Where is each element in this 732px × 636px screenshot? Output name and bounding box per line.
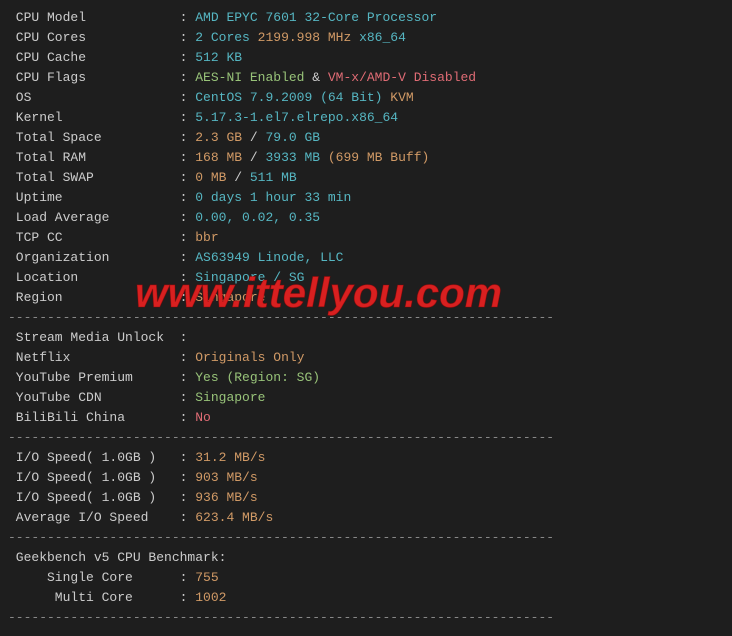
row-value: / <box>226 170 249 185</box>
info-row: CPU Model : AMD EPYC 7601 32-Core Proces… <box>8 8 724 28</box>
info-row: OS : CentOS 7.9.2009 (64 Bit) KVM <box>8 88 724 108</box>
row-label: CPU Flags <box>8 70 180 85</box>
row-value: AES-NI Enabled <box>195 70 304 85</box>
row-value: 3933 MB <box>265 150 320 165</box>
row-value: AS63949 Linode, LLC <box>195 250 343 265</box>
row-label: YouTube CDN <box>8 390 180 405</box>
info-row: Kernel : 5.17.3-1.el7.elrepo.x86_64 <box>8 108 724 128</box>
row-label: Load Average <box>8 210 180 225</box>
row-value: 5.17.3-1.el7.elrepo.x86_64 <box>195 110 398 125</box>
row-value: 511 MB <box>250 170 297 185</box>
row-value: CentOS 7.9.2009 (64 Bit) <box>195 90 382 105</box>
row-label: Location <box>8 270 180 285</box>
info-row: Single Core : 755 <box>8 568 724 588</box>
info-row: Location : Singapore / SG <box>8 268 724 288</box>
row-value: 2199.998 MHz <box>250 30 351 45</box>
row-label: CPU Model <box>8 10 180 25</box>
info-row: Region : Singapore <box>8 288 724 308</box>
info-row: I/O Speed( 1.0GB ) : 936 MB/s <box>8 488 724 508</box>
row-value: 936 MB/s <box>195 490 257 505</box>
row-label: Netflix <box>8 350 180 365</box>
row-label: Kernel <box>8 110 180 125</box>
row-value: No <box>195 410 211 425</box>
row-value: Singapore / SG <box>195 270 304 285</box>
row-value: KVM <box>382 90 413 105</box>
section-header: Stream Media Unlock : <box>8 328 724 348</box>
row-value: VM-x/AMD-V Disabled <box>328 70 476 85</box>
info-row: BiliBili China : No <box>8 408 724 428</box>
row-value: 0 MB <box>195 170 226 185</box>
info-row: Total Space : 2.3 GB / 79.0 GB <box>8 128 724 148</box>
row-value: 2.3 GB <box>195 130 242 145</box>
info-row: I/O Speed( 1.0GB ) : 31.2 MB/s <box>8 448 724 468</box>
row-value: / <box>242 130 265 145</box>
info-row: I/O Speed( 1.0GB ) : 903 MB/s <box>8 468 724 488</box>
row-label: Total SWAP <box>8 170 180 185</box>
divider: ----------------------------------------… <box>8 528 724 548</box>
row-value: 2 Cores <box>195 30 250 45</box>
row-value: 0.00, 0.02, 0.35 <box>195 210 320 225</box>
row-label: Average I/O Speed <box>8 510 180 525</box>
info-row: Uptime : 0 days 1 hour 33 min <box>8 188 724 208</box>
row-value: AMD EPYC 7601 32-Core Processor <box>195 10 437 25</box>
divider: ----------------------------------------… <box>8 428 724 448</box>
row-label: CPU Cores <box>8 30 180 45</box>
row-label: Organization <box>8 250 180 265</box>
row-label: I/O Speed( 1.0GB ) <box>8 490 180 505</box>
row-value: 0 days 1 hour 33 min <box>195 190 351 205</box>
row-value: Yes (Region: SG) <box>195 370 320 385</box>
info-row: Load Average : 0.00, 0.02, 0.35 <box>8 208 724 228</box>
row-label: TCP CC <box>8 230 180 245</box>
row-label: OS <box>8 90 180 105</box>
row-label: Region <box>8 290 180 305</box>
row-label: Uptime <box>8 190 180 205</box>
info-row: Netflix : Originals Only <box>8 348 724 368</box>
info-row: CPU Flags : AES-NI Enabled & VM-x/AMD-V … <box>8 68 724 88</box>
row-value: 623.4 MB/s <box>195 510 273 525</box>
info-row: Multi Core : 1002 <box>8 588 724 608</box>
info-row: Average I/O Speed : 623.4 MB/s <box>8 508 724 528</box>
section-header: Geekbench v5 CPU Benchmark: <box>8 548 724 568</box>
row-label: I/O Speed( 1.0GB ) <box>8 450 180 465</box>
info-row: CPU Cores : 2 Cores 2199.998 MHz x86_64 <box>8 28 724 48</box>
info-row: Total RAM : 168 MB / 3933 MB (699 MB Buf… <box>8 148 724 168</box>
row-value: 512 KB <box>195 50 242 65</box>
row-value: Singapore <box>195 290 265 305</box>
row-value: (699 MB Buff) <box>320 150 429 165</box>
row-value: / <box>242 150 265 165</box>
info-row: TCP CC : bbr <box>8 228 724 248</box>
row-value: Originals Only <box>195 350 304 365</box>
divider: ----------------------------------------… <box>8 308 724 328</box>
row-value: 31.2 MB/s <box>195 450 265 465</box>
row-value: Singapore <box>195 390 265 405</box>
info-row: Total SWAP : 0 MB / 511 MB <box>8 168 724 188</box>
row-value: bbr <box>195 230 218 245</box>
row-label: BiliBili China <box>8 410 180 425</box>
row-value: 168 MB <box>195 150 242 165</box>
row-value: x86_64 <box>351 30 406 45</box>
row-label: Total Space <box>8 130 180 145</box>
info-row: CPU Cache : 512 KB <box>8 48 724 68</box>
info-row: Organization : AS63949 Linode, LLC <box>8 248 724 268</box>
divider: ----------------------------------------… <box>8 608 724 628</box>
row-value: 903 MB/s <box>195 470 257 485</box>
info-row: YouTube Premium : Yes (Region: SG) <box>8 368 724 388</box>
row-value: & <box>304 70 327 85</box>
row-label: YouTube Premium <box>8 370 180 385</box>
info-row: YouTube CDN : Singapore <box>8 388 724 408</box>
row-label: CPU Cache <box>8 50 180 65</box>
terminal-output: CPU Model : AMD EPYC 7601 32-Core Proces… <box>8 8 724 628</box>
row-value: 79.0 GB <box>265 130 320 145</box>
row-label: I/O Speed( 1.0GB ) <box>8 470 180 485</box>
row-label: Total RAM <box>8 150 180 165</box>
